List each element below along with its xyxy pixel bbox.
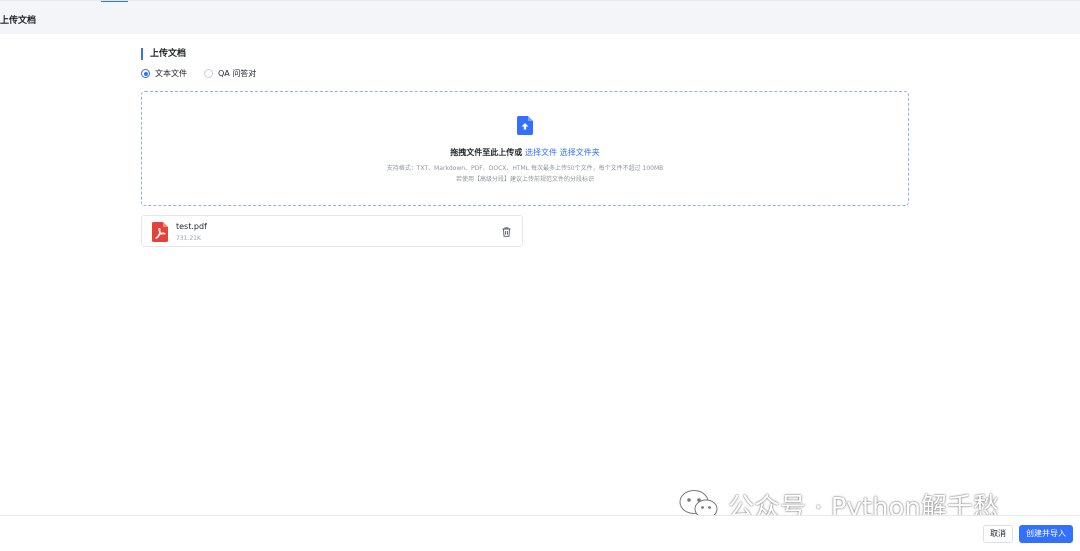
footer-bar: 取消 创建并导入	[0, 515, 1080, 551]
main-content: 上传文档 文本文件 QA 问答对 拖拽文件至此上传或 选择文件 选择文件夹 支持…	[0, 34, 1080, 515]
page-header: 上传文档	[0, 0, 1080, 34]
select-file-link[interactable]: 选择文件	[525, 148, 557, 157]
radio-label: 文本文件	[155, 69, 187, 78]
file-type-radio-group: 文本文件 QA 问答对	[141, 68, 256, 79]
section-title: 上传文档	[141, 48, 186, 60]
radio-qa-pair[interactable]: QA 问答对	[204, 68, 256, 79]
dropzone-format-hint: 支持格式：TXT、Markdown、PDF、DOCX、HTML 每次最多上传50…	[386, 165, 664, 172]
dropzone-prompt-text: 拖拽文件至此上传或	[450, 148, 523, 157]
upload-dropzone[interactable]: 拖拽文件至此上传或 选择文件 选择文件夹 支持格式：TXT、Markdown、P…	[141, 91, 909, 206]
trash-icon[interactable]	[502, 227, 511, 237]
radio-text-file[interactable]: 文本文件	[141, 68, 187, 79]
dropzone-split-hint: 若使用【高级分段】建议上传前规范文件的分段标识	[455, 176, 594, 183]
uploaded-file-item: test.pdf 731.21K	[141, 215, 523, 247]
pdf-icon	[152, 222, 168, 242]
select-folder-link[interactable]: 选择文件夹	[560, 148, 600, 157]
radio-unchecked-icon[interactable]	[204, 69, 213, 78]
file-name: test.pdf	[176, 222, 207, 231]
radio-checked-icon[interactable]	[141, 69, 150, 78]
file-size: 731.21K	[176, 235, 201, 242]
file-upload-icon	[517, 116, 533, 135]
page-title: 上传文档	[0, 16, 37, 26]
create-and-import-button[interactable]: 创建并导入	[1019, 525, 1073, 543]
dropzone-prompt: 拖拽文件至此上传或 选择文件 选择文件夹	[142, 147, 908, 158]
cancel-button[interactable]: 取消	[983, 525, 1013, 543]
radio-label: QA 问答对	[218, 69, 257, 78]
